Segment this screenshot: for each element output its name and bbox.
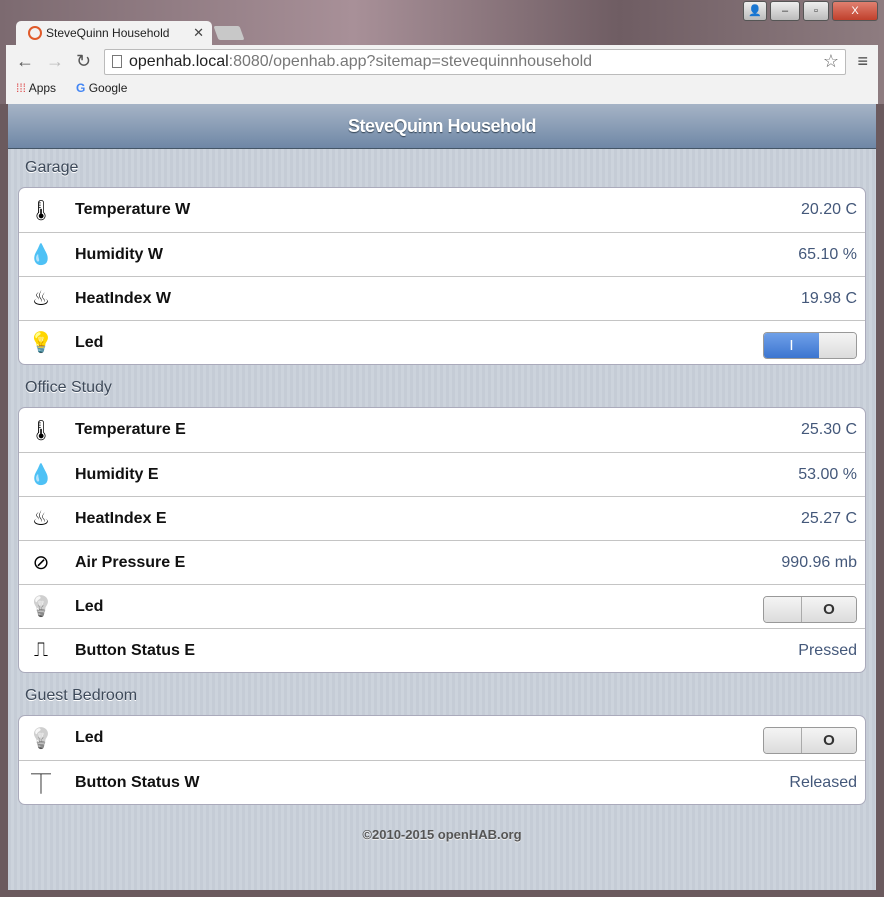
browser-chrome: 👤 – ▫ X SteveQuinn Household ✕ ← → ↻ ope… <box>0 0 884 104</box>
thermometer-icon: 🌡 <box>28 419 54 442</box>
switch-off-label: O <box>802 597 856 622</box>
bookmark-label: Apps <box>28 81 57 95</box>
section-title: Garage <box>25 159 79 176</box>
section-list: 🌡 Temperature E 25.30 C 💧 Humidity E 53.00 % ♨… <box>18 407 866 673</box>
section-title: Office Study <box>25 379 112 396</box>
profile-button[interactable]: 👤 <box>743 1 767 21</box>
new-tab-button[interactable] <box>213 26 245 40</box>
google-icon: G <box>76 81 86 95</box>
apps-grid-icon: ⁞⁞⁞ <box>16 81 27 95</box>
section-list: 🌡 Temperature W 20.20 C 💧 Humidity W 65.10 % ♨… <box>18 187 866 365</box>
bookmark-label: Google <box>88 81 128 95</box>
bulb-off-icon: 💡 <box>28 596 54 618</box>
humidity-icon: 💧 <box>28 464 54 486</box>
bulb-off-icon: 💡 <box>28 727 54 750</box>
item-label: Led <box>75 333 104 351</box>
led-switch[interactable]: I <box>763 332 857 359</box>
heatindex-flame-icon: ♨ <box>32 508 50 530</box>
list-item: ♨ HeatIndex W 19.98 C <box>19 276 865 320</box>
bookmark-star-icon[interactable]: ☆ <box>823 51 839 72</box>
page-title: SteveQuinn Household <box>8 104 876 149</box>
led-switch[interactable]: O <box>763 727 857 754</box>
bulb-on-icon: 💡 <box>28 332 54 354</box>
list-item: 🌡 Temperature E 25.30 C <box>19 408 865 452</box>
page-icon <box>112 55 122 68</box>
humidity-icon: 💧 <box>28 244 54 266</box>
item-label: Air Pressure E <box>75 553 186 571</box>
item-label: Button Status W <box>75 773 200 791</box>
button-pressed-icon: ⎍ <box>34 639 48 661</box>
browser-tab[interactable]: SteveQuinn Household ✕ <box>16 21 212 45</box>
list-item: ⎍ Button Status E Pressed <box>19 628 865 672</box>
openhab-page: SteveQuinn Household Garage 🌡 Temperature … <box>8 104 876 890</box>
footer-copyright: ©2010-2015 openHAB.org <box>362 827 522 842</box>
item-label: HeatIndex W <box>75 289 172 307</box>
switch-off-label: O <box>802 728 856 753</box>
close-tab-icon[interactable]: ✕ <box>193 25 204 41</box>
list-item: 💡 Led O <box>19 584 865 628</box>
item-label: Led <box>75 597 104 615</box>
forward-icon[interactable]: → <box>46 51 64 72</box>
item-value: Released <box>789 773 857 791</box>
item-value: 25.27 C <box>800 509 857 527</box>
item-label: Humidity W <box>75 245 163 263</box>
tab-title: SteveQuinn Household <box>46 26 170 40</box>
openhab-favicon-icon <box>28 26 42 40</box>
list-item: ⊘ Air Pressure E 990.96 mb <box>19 540 865 584</box>
section-list: 💡 Led O ⏉ Button Status W Released <box>18 715 866 805</box>
list-item: ♨ HeatIndex E 25.27 C <box>19 496 865 540</box>
item-value: 53.00 % <box>798 465 857 483</box>
item-label: HeatIndex E <box>75 509 167 527</box>
bookmark-apps[interactable]: ⁞⁞⁞ Apps <box>16 81 56 95</box>
list-item: 💡 Led I <box>19 320 865 364</box>
address-bar[interactable]: openhab.local:8080/openhab.app?sitemap=s… <box>104 49 846 75</box>
item-label: Temperature E <box>75 421 186 438</box>
item-label: Temperature W <box>75 201 191 218</box>
item-value: Pressed <box>798 641 857 659</box>
item-label: Humidity E <box>75 465 159 483</box>
browser-toolbar: ← → ↻ openhab.local:8080/openhab.app?sit… <box>6 45 878 104</box>
heatindex-flame-icon: ♨ <box>32 288 50 310</box>
reload-icon[interactable]: ↻ <box>76 51 91 72</box>
url-path: :8080/openhab.app?sitemap=stevequinnhous… <box>228 53 593 70</box>
menu-icon[interactable]: ≡ <box>857 51 868 72</box>
led-switch[interactable]: O <box>763 596 857 623</box>
pressure-gauge-icon: ⊘ <box>32 552 50 574</box>
close-window-button[interactable]: X <box>832 1 878 21</box>
switch-on-label: I <box>764 333 819 358</box>
button-released-icon: ⏉ <box>31 774 51 796</box>
list-item: 💡 Led O <box>19 716 865 760</box>
item-value: 990.96 mb <box>781 553 857 571</box>
section-title: Guest Bedroom <box>25 687 138 704</box>
thermometer-icon: 🌡 <box>28 199 54 222</box>
minimize-button[interactable]: – <box>770 1 800 21</box>
list-item: 💧 Humidity W 65.10 % <box>19 232 865 276</box>
bookmark-google[interactable]: G Google <box>76 81 127 95</box>
list-item: 🌡 Temperature W 20.20 C <box>19 188 865 232</box>
list-item: 💧 Humidity E 53.00 % <box>19 452 865 496</box>
url-host: openhab.local <box>129 53 229 70</box>
item-value: 25.30 C <box>800 421 857 438</box>
window-controls: 👤 – ▫ X <box>743 1 878 21</box>
item-value: 20.20 C <box>800 201 857 218</box>
list-item: ⏉ Button Status W Released <box>19 760 865 804</box>
item-label: Led <box>75 729 104 746</box>
maximize-button[interactable]: ▫ <box>803 1 829 21</box>
item-value: 19.98 C <box>800 289 857 307</box>
item-value: 65.10 % <box>798 245 857 263</box>
back-icon[interactable]: ← <box>16 51 34 72</box>
item-label: Button Status E <box>75 641 195 659</box>
